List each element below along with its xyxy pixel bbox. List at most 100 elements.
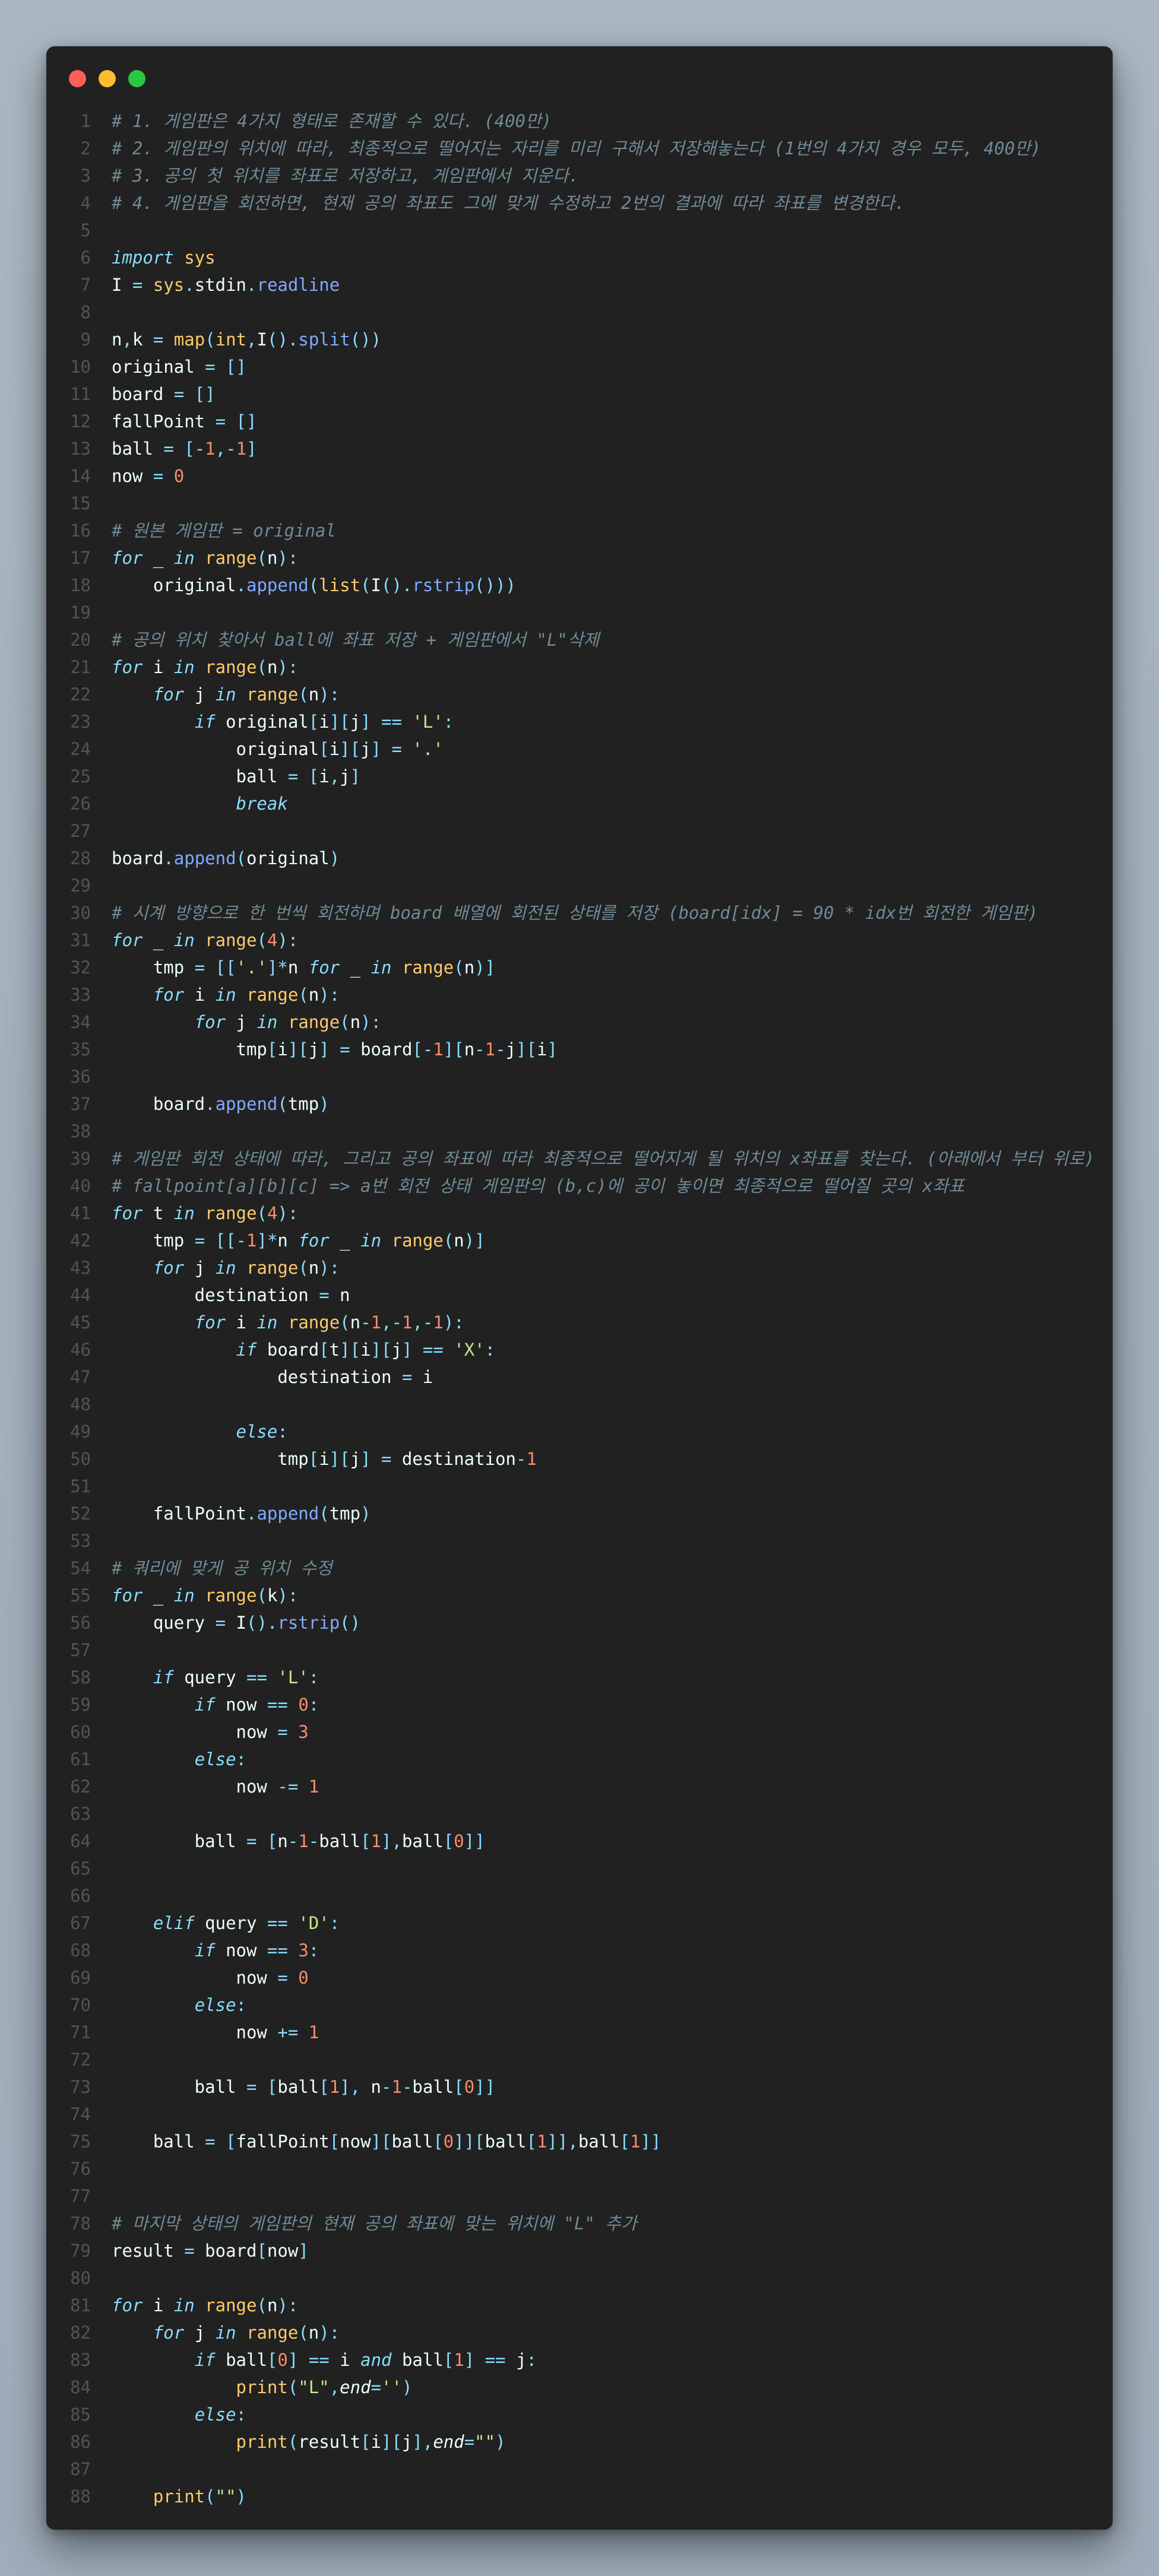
line-number: 28 <box>70 848 91 868</box>
code-token: ]* <box>256 1230 278 1251</box>
code-text: print("") <box>91 2483 246 2510</box>
code-text: destination = n <box>91 1281 350 1309</box>
code-token: for <box>112 1585 143 1606</box>
code-token: ball <box>391 2131 433 2152</box>
code-token: sys <box>153 275 185 295</box>
code-token: ] <box>464 2350 475 2370</box>
code-token: print <box>236 2432 288 2452</box>
line-number: 12 <box>70 411 91 432</box>
code-token: 0 <box>173 466 185 486</box>
code-token: 1 <box>205 439 216 459</box>
code-token: = <box>163 439 174 459</box>
code-token: = <box>319 1285 330 1305</box>
code-token: = <box>215 1613 226 1633</box>
code-token: ( <box>256 930 267 950</box>
code-token: in <box>173 657 195 677</box>
line-number: 81 <box>70 2295 91 2315</box>
code-text: original[i][j] = '.' <box>91 735 444 763</box>
code-token: i <box>370 2432 381 2452</box>
code-text: for j in range(n): <box>91 1008 381 1036</box>
code-text: if original[i][j] == 'L': <box>91 708 454 735</box>
line-number: 23 <box>70 712 91 732</box>
code-token: ) <box>360 1503 371 1524</box>
code-token: )] <box>474 957 496 978</box>
code-token: range <box>205 1203 257 1223</box>
code-token: ( <box>287 2377 299 2397</box>
code-token: [ <box>443 2350 454 2370</box>
code-line: 48 <box>46 1391 1113 1418</box>
code-token: else <box>194 1749 236 1769</box>
code-token: ball <box>391 2350 444 2370</box>
code-token: ] <box>360 1449 371 1469</box>
code-window: 1 # 1. 게임판은 4가지 형태로 존재할 수 있다. (400만) 2 # 2.… <box>46 46 1113 2530</box>
code-token: '.' <box>412 739 444 759</box>
code-text: for i in range(n): <box>91 2292 298 2319</box>
code-token: - <box>381 2077 392 2097</box>
code-text: else: <box>91 1418 288 1445</box>
code-token: tmp <box>287 1094 319 1114</box>
close-button[interactable] <box>69 70 86 87</box>
code-token: [ <box>443 1831 454 1851</box>
code-token: for <box>194 1012 226 1032</box>
code-token: = <box>381 1449 392 1469</box>
code-token: ( <box>205 329 216 350</box>
line-number: 18 <box>70 575 91 595</box>
line-number: 74 <box>70 2104 91 2124</box>
code-token: i <box>142 657 174 677</box>
line-number: 61 <box>70 1749 91 1769</box>
code-token: n <box>287 957 309 978</box>
code-token: (). <box>381 575 413 595</box>
code-token: n <box>308 1258 319 1278</box>
code-token: for <box>112 657 143 677</box>
code-token: ): <box>319 1258 340 1278</box>
code-token: for <box>298 1230 330 1251</box>
line-number: 67 <box>70 1913 91 1933</box>
code-line: 87 <box>46 2456 1113 2483</box>
code-line: 26 break <box>46 790 1113 817</box>
line-number: 27 <box>70 821 91 841</box>
code-token: ], <box>412 2432 433 2452</box>
line-number: 47 <box>70 1367 91 1387</box>
code-token: [ <box>256 2241 267 2261</box>
code-token: readline <box>256 275 340 295</box>
code-line: 19 <box>46 599 1113 626</box>
code-token: ]] <box>640 2131 661 2152</box>
code-token: print <box>153 2486 205 2507</box>
code-token: 3 <box>298 1722 309 1742</box>
minimize-button[interactable] <box>99 70 116 87</box>
code-token: for <box>112 548 143 568</box>
code-text: for j in range(n): <box>91 681 340 708</box>
code-token: = <box>194 957 205 978</box>
code-line: 59 if now == 0: <box>46 1691 1113 1718</box>
code-token: in <box>256 1012 278 1032</box>
code-token: k <box>132 329 153 350</box>
code-line: 12 fallPoint = [] <box>46 408 1113 435</box>
zoom-button[interactable] <box>128 70 145 87</box>
code-line: 22 for j in range(n): <box>46 681 1113 708</box>
code-line: 27 <box>46 817 1113 845</box>
code-token: board <box>350 1039 413 1059</box>
code-token: [ <box>319 1340 330 1360</box>
code-token: ( <box>319 1503 330 1524</box>
line-number: 13 <box>70 439 91 459</box>
line-number: 76 <box>70 2159 91 2179</box>
code-token: ( <box>277 1094 288 1114</box>
code-text: else: <box>91 2401 246 2428</box>
code-token: 1 <box>370 1831 382 1851</box>
code-token: ): <box>277 657 299 677</box>
code-token: j <box>505 1039 517 1059</box>
code-token: n <box>308 684 319 705</box>
code-token: 1 <box>391 2077 402 2097</box>
